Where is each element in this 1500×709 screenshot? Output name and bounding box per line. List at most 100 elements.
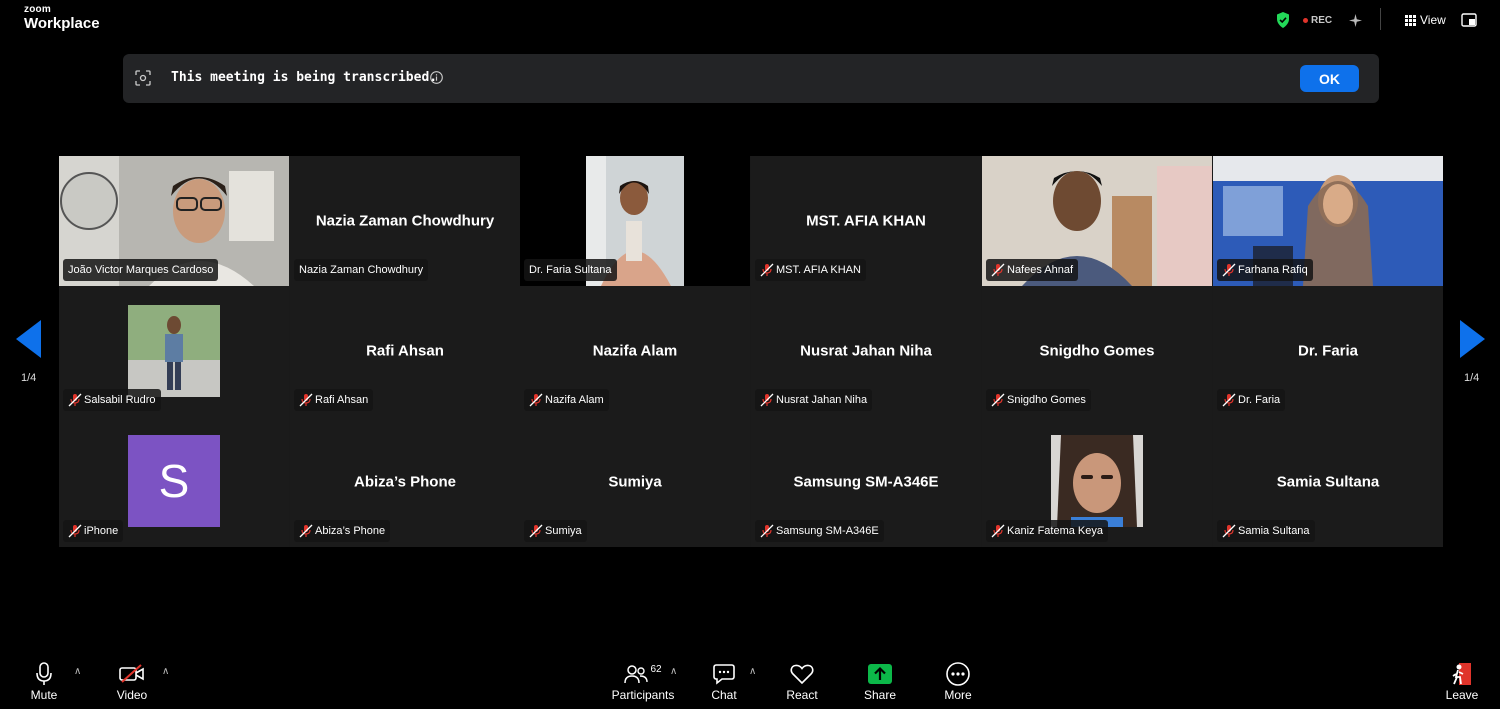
participant-tile[interactable]: Sumiya Sumiya — [520, 416, 750, 547]
participant-name-label: Salsabil Rudro — [63, 389, 161, 411]
participant-name-label: Farhana Rafiq — [1217, 259, 1313, 281]
participant-name-label: Rafi Ahsan — [294, 389, 374, 411]
share-label: Share — [863, 688, 897, 702]
rec-label: REC — [1311, 14, 1333, 26]
mic-muted-icon — [1222, 524, 1236, 538]
participant-display-name: Samsung SM-A346E — [793, 473, 939, 490]
security-shield-icon[interactable] — [1276, 10, 1290, 30]
video-label: Video — [116, 688, 148, 702]
leave-button[interactable]: Leave — [1444, 660, 1480, 702]
participant-name-label: Sumiya — [524, 520, 587, 542]
view-label: View — [1420, 13, 1446, 27]
chat-label: Chat — [711, 688, 737, 702]
participants-label: Participants — [611, 688, 675, 702]
chat-caret-icon[interactable]: ∧ — [749, 666, 756, 677]
next-page-arrow-icon[interactable] — [1459, 320, 1485, 363]
mic-muted-icon — [529, 393, 543, 407]
brand-title: Workplace — [24, 15, 100, 32]
participant-avatar: S — [128, 435, 220, 527]
chat-icon — [713, 660, 735, 688]
prev-page-arrow-icon[interactable] — [16, 320, 42, 363]
participant-tile[interactable]: Kaniz Fatema Keya — [982, 416, 1212, 547]
participant-display-name: Rafi Ahsan — [366, 342, 444, 360]
participants-button[interactable]: 62 Participants — [611, 660, 675, 703]
participants-icon: 62 — [624, 660, 662, 688]
ai-sparkle-icon[interactable] — [1349, 10, 1362, 30]
participant-tile[interactable]: Abiza’s Phone Abiza’s Phone — [290, 416, 520, 547]
mic-muted-icon — [299, 524, 313, 538]
participant-grid: João Victor Marques Cardoso Nazia Zaman … — [59, 156, 1443, 547]
participant-tile[interactable]: Dr. Faria Sultana — [520, 156, 750, 286]
video-button[interactable]: Video — [112, 660, 152, 702]
participant-name-label: Nazia Zaman Chowdhury — [294, 259, 429, 281]
participant-tile[interactable]: Farhana Rafiq — [1213, 156, 1443, 286]
leave-label: Leave — [1445, 688, 1479, 702]
grid-icon — [1405, 14, 1416, 26]
participant-tile[interactable]: Nafees Ahnaf — [982, 156, 1212, 286]
mic-muted-icon — [529, 524, 543, 538]
info-icon[interactable] — [430, 71, 443, 89]
video-off-icon — [119, 660, 145, 688]
participant-tile[interactable]: Salsabil Rudro — [59, 286, 289, 416]
brand-small: zoom — [24, 4, 51, 15]
react-label: React — [786, 688, 818, 702]
react-button[interactable]: React — [784, 660, 820, 702]
mic-muted-icon — [991, 524, 1005, 538]
participant-display-name: Snigdho Gomes — [1039, 342, 1155, 360]
video-options-caret-icon[interactable]: ∧ — [162, 666, 169, 677]
mic-muted-icon — [991, 393, 1005, 407]
participant-name-label: João Victor Marques Cardoso — [63, 259, 219, 281]
mic-muted-icon — [68, 524, 82, 538]
participant-avatar-photo — [128, 305, 220, 397]
mic-muted-icon — [760, 524, 774, 538]
participant-name-label: Snigdho Gomes — [986, 389, 1091, 411]
mute-options-caret-icon[interactable]: ∧ — [74, 666, 81, 677]
fullscreen-icon[interactable] — [1461, 10, 1477, 30]
participant-tile[interactable]: Snigdho Gomes Snigdho Gomes — [982, 286, 1212, 416]
participant-tile[interactable]: Samsung SM-A346E Samsung SM-A346E — [751, 416, 981, 547]
chat-button[interactable]: Chat — [708, 660, 740, 702]
more-button[interactable]: More — [940, 660, 976, 702]
divider — [1380, 8, 1381, 30]
participant-tile[interactable]: S iPhone — [59, 416, 289, 547]
mic-muted-icon — [299, 393, 313, 407]
microphone-icon — [35, 660, 53, 688]
participant-display-name: Sumiya — [608, 473, 662, 490]
participant-tile[interactable]: MST. AFIA KHAN MST. AFIA KHAN — [751, 156, 981, 286]
more-label: More — [944, 688, 972, 702]
participant-tile[interactable]: Rafi Ahsan Rafi Ahsan — [290, 286, 520, 416]
mic-muted-icon — [760, 393, 774, 407]
participant-name-label: Samsung SM-A346E — [755, 520, 884, 542]
mute-label: Mute — [30, 688, 58, 702]
record-dot-icon — [1303, 17, 1308, 23]
participant-name-label: MST. AFIA KHAN — [755, 259, 866, 281]
participant-display-name: Dr. Faria — [1297, 342, 1359, 360]
participant-tile[interactable]: Nazifa Alam Nazifa Alam — [520, 286, 750, 416]
share-button[interactable]: Share — [862, 660, 898, 702]
participant-tile[interactable]: Dr. Faria Dr. Faria — [1213, 286, 1443, 416]
ok-button[interactable]: OK — [1300, 65, 1359, 92]
participants-caret-icon[interactable]: ∧ — [670, 666, 677, 677]
participant-name-label: Abiza’s Phone — [294, 520, 391, 542]
participant-name-label: Nafees Ahnaf — [986, 259, 1079, 281]
participant-display-name: MST. AFIA KHAN — [806, 212, 926, 230]
page-indicator-left: 1/4 — [21, 372, 37, 384]
view-button[interactable]: View — [1405, 10, 1446, 30]
participant-display-name: Nusrat Jahan Niha — [800, 342, 932, 360]
participant-name-label: Dr. Faria Sultana — [524, 259, 617, 281]
participant-name-label: Nazifa Alam — [524, 389, 609, 411]
participant-tile[interactable]: Nusrat Jahan Niha Nusrat Jahan Niha — [751, 286, 981, 416]
recording-indicator[interactable]: REC — [1303, 10, 1332, 30]
participant-tile[interactable]: Nazia Zaman Chowdhury Nazia Zaman Chowdh… — [290, 156, 520, 286]
mic-muted-icon — [1222, 263, 1236, 277]
participant-tile[interactable]: João Victor Marques Cardoso — [59, 156, 289, 286]
participant-tile[interactable]: Samia Sultana Samia Sultana — [1213, 416, 1443, 547]
heart-icon — [790, 660, 814, 688]
participant-name-label: Dr. Faria — [1217, 389, 1286, 411]
participants-count: 62 — [650, 663, 662, 675]
mic-muted-icon — [991, 263, 1005, 277]
leave-icon — [1451, 660, 1473, 688]
participant-display-name: Nazifa Alam — [592, 342, 678, 360]
mute-button[interactable]: Mute — [28, 660, 60, 702]
participant-name-label: Nusrat Jahan Niha — [755, 389, 873, 411]
